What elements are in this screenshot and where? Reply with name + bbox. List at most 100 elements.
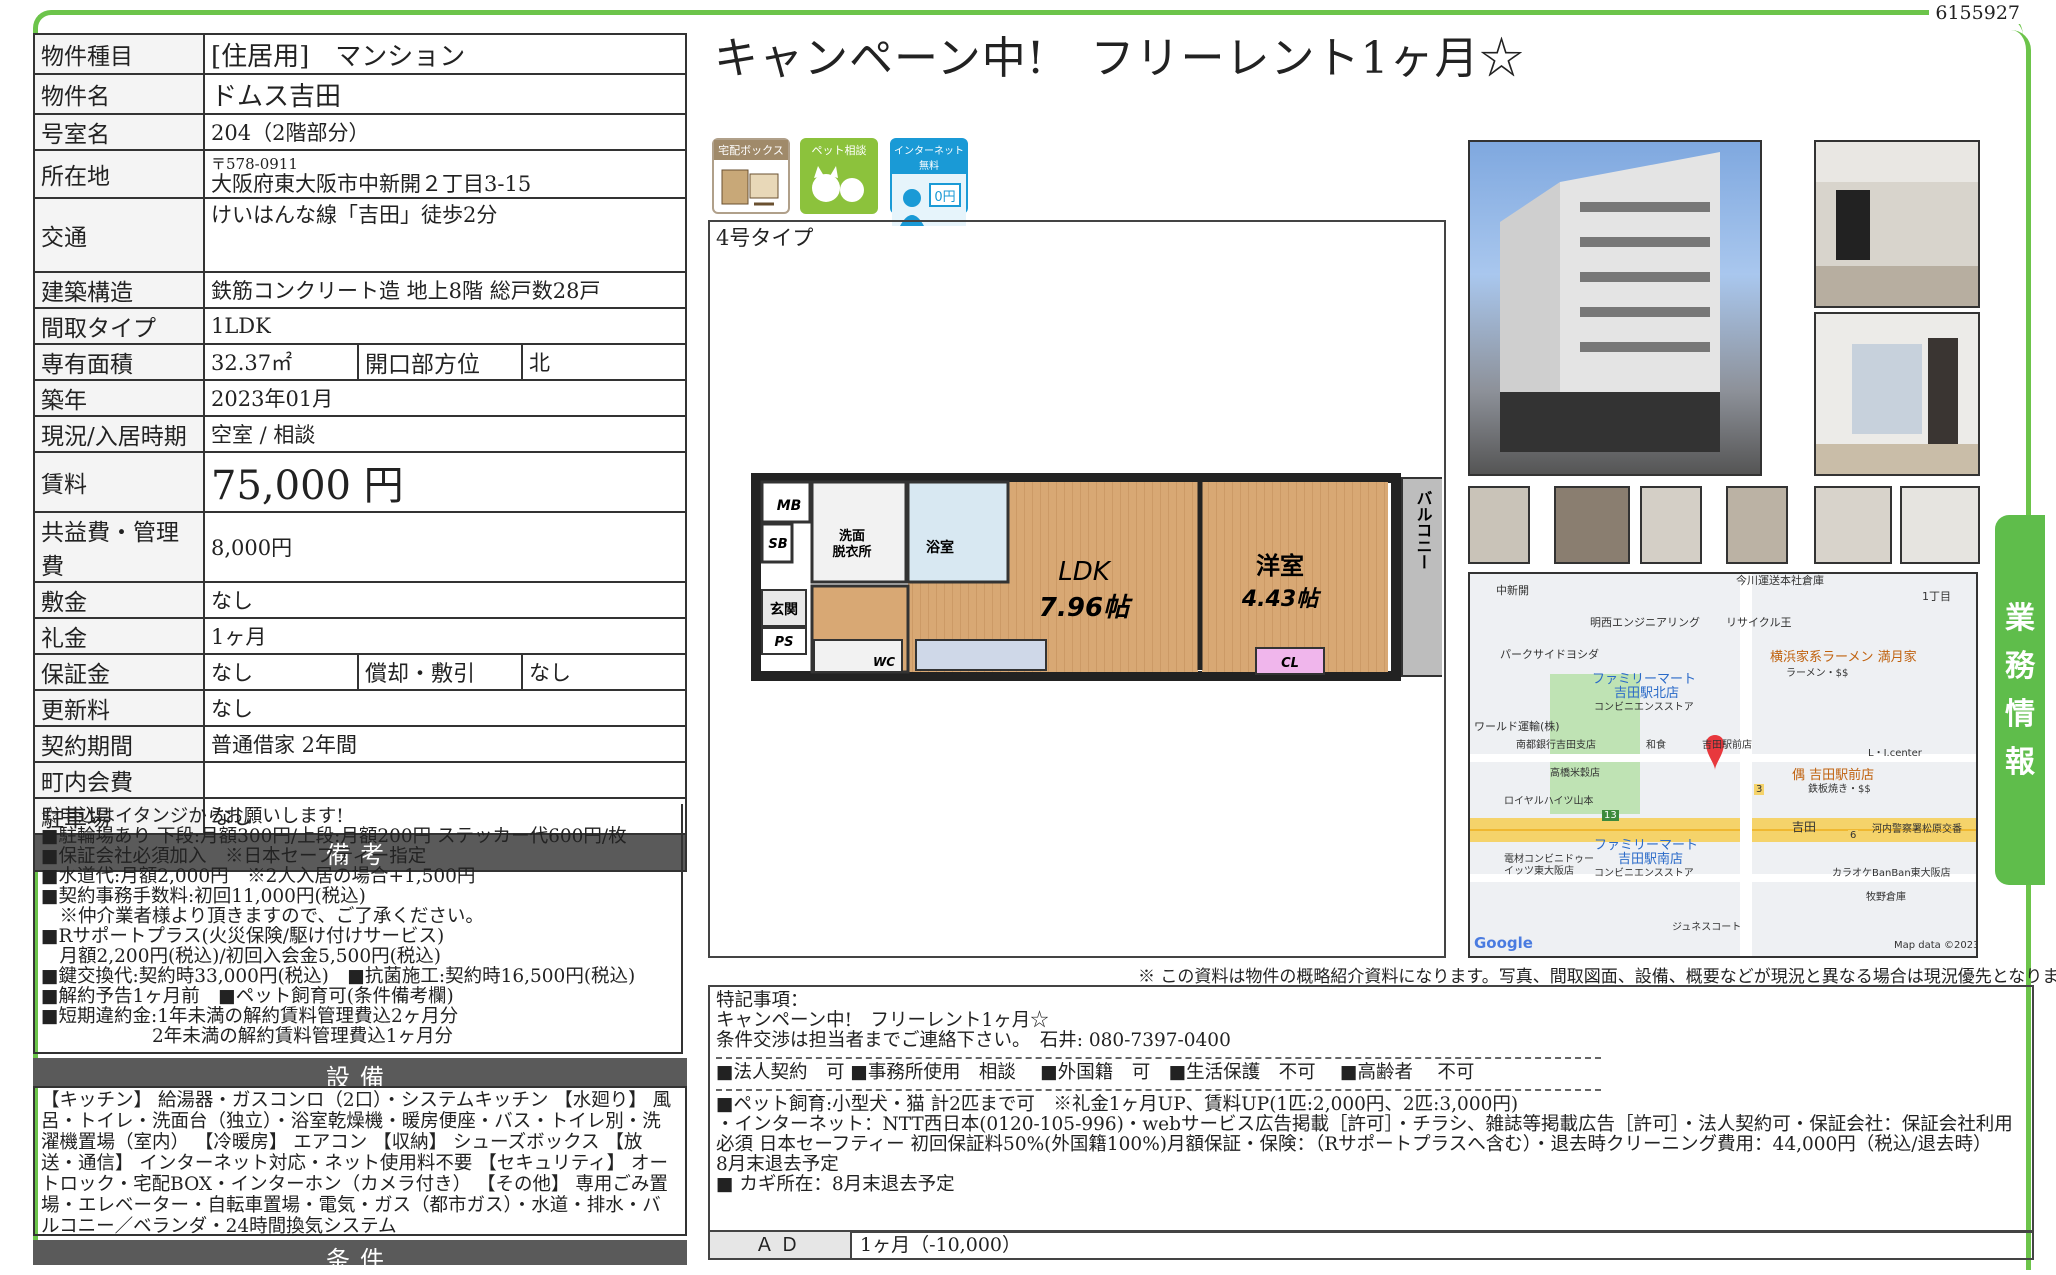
internet-icon: 0円: [892, 174, 966, 226]
amortization-label: 償却・敷引: [357, 653, 523, 691]
property-table: 物件種目 [住居用] マンション 物件名 ドムス吉田 号室名 204（2階部分） 所在…: [33, 33, 687, 872]
address-label: 所在地: [33, 149, 205, 199]
map-label: カラオケBanBan東大阪店: [1832, 868, 1951, 879]
contract-label: 契約期間: [33, 725, 205, 763]
closet-label: CL: [1281, 656, 1299, 671]
ps-label: PS: [775, 635, 794, 650]
map-label: コンビニエンスストア: [1594, 868, 1694, 879]
thumb-5: [1814, 486, 1892, 564]
mb-label: MB: [777, 498, 802, 514]
floorplan-type: 4号タイプ: [716, 226, 814, 250]
room-value: 204（2階部分）: [203, 113, 687, 151]
fee-label: 共益費・管理費: [33, 511, 205, 583]
special-line: 条件交渉は担当者までご連絡下さい。 石井: 080-7397-0400: [716, 1030, 1231, 1051]
map-label: ロイヤルハイツ山本: [1504, 796, 1594, 807]
area-value: 32.37㎡: [203, 343, 359, 381]
thumb-4: [1726, 486, 1788, 564]
layout-value: 1LDK: [203, 307, 687, 345]
special-line: ■ カギ所在：8月末退去予定: [716, 1174, 955, 1195]
ad-row: ＡＤ 1ヶ月（-10,000）: [708, 1230, 2034, 1260]
structure-value: 鉄筋コンクリート造 地上8階 総戸数28戸: [203, 271, 687, 309]
map-label: ワールド運輸(株): [1474, 720, 1560, 733]
status-label: 現況/入居時期: [33, 415, 205, 453]
access-label: 交通: [33, 197, 205, 273]
ldk-size: 7.96帖: [1039, 593, 1133, 623]
divider: [716, 1089, 1601, 1091]
name-label: 物件名: [33, 73, 205, 115]
thumb-3: [1640, 486, 1702, 564]
thumb-6: [1900, 486, 1980, 564]
map-label: 横浜家系ラーメン 満月家: [1770, 650, 1917, 665]
rent-label: 賃料: [33, 451, 205, 513]
map-label: ジュネスコート: [1672, 922, 1742, 933]
headline: キャンペーン中! フリーレント1ヶ月☆: [714, 33, 1525, 84]
equipment-text: 【キッチン】 給湯器・ガスコンロ（2口）・システムキッチン 【水廻り】 風呂・ト…: [33, 1086, 687, 1236]
special-notes: 特記事項： キャンペーン中! フリーレント1ヶ月☆ 条件交渉は担当者までご連絡下…: [708, 985, 2034, 1233]
floorplan-drawing: MB SB 玄関 PS WC 洗面脱衣所 浴室 LDK 7.96帖 洋室 4.4…: [751, 473, 1442, 681]
map-label: 今川運送本社倉庫: [1736, 574, 1824, 587]
map-label: L・I.center: [1868, 748, 1922, 759]
access-value: けいはんな線「吉田」徒歩2分: [203, 197, 687, 273]
map-label: Map data ©2023: [1894, 940, 1978, 951]
map-label: 吉田: [1792, 820, 1817, 834]
renewal-value: なし: [203, 689, 687, 727]
sb-label: SB: [768, 537, 787, 552]
notes-text: ☆申込はイタンジからお願いします! ■駐輪場あり 下段:月額300円/上段:月額…: [33, 804, 683, 1054]
map-label: 1丁目: [1922, 590, 1951, 603]
town-fee-label: 町内会費: [33, 761, 205, 799]
direction-label: 開口部方位: [357, 343, 523, 381]
map-label: 鉄板焼き・$$: [1808, 784, 1871, 795]
ad-value: 1ヶ月（-10,000）: [860, 1234, 1021, 1256]
map-label: 6: [1848, 830, 1859, 841]
status-value: 空室 / 相談: [203, 415, 687, 453]
internet-label: インターネット無料: [892, 140, 966, 174]
map-label: 吉田駅前店: [1702, 740, 1752, 751]
disclaimer: ※ この資料は物件の概略紹介資料になります。写真、間取図面、設備、概要などが現況…: [1138, 967, 2056, 987]
equipment-header: 設備: [33, 1058, 687, 1092]
building-photo: [1468, 140, 1762, 476]
type-label: 物件種目: [33, 33, 205, 75]
contract-value: 普通借家 2年間: [203, 725, 687, 763]
special-line: ■法人契約 可 ■事務所使用 相談 ■外国籍 可 ■生活保護 不可 ■高齢者 不…: [716, 1062, 1475, 1083]
fee-value: 8,000円: [203, 511, 687, 583]
guarantee-label: 保証金: [33, 653, 205, 691]
special-line: 8月末退去予定: [716, 1154, 839, 1175]
map-label: 南都銀行吉田支店: [1516, 740, 1596, 751]
town-fee-value: [203, 761, 687, 799]
internet-badge: インターネット無料 0円: [890, 138, 968, 226]
built-value: 2023年01月: [203, 379, 687, 417]
deposit-label: 敷金: [33, 581, 205, 619]
map-label: リサイクル王: [1726, 616, 1792, 629]
amortization-value: なし: [521, 653, 687, 691]
area-label: 専有面積: [33, 343, 205, 381]
map-label: 3: [1754, 784, 1765, 795]
pet-icon: [802, 160, 876, 212]
pet-badge: ペット相談: [800, 138, 878, 214]
building-exterior-image: [1500, 152, 1720, 452]
map-label: 明西エンジニアリング: [1590, 616, 1700, 629]
location-map[interactable]: 中新開 今川運送本社倉庫 1丁目 明西エンジニアリング リサイクル王 パークサイ…: [1468, 572, 1978, 958]
guarantee-value: なし: [203, 653, 359, 691]
wc-label: WC: [873, 655, 895, 669]
map-label: ラーメン・$$: [1786, 668, 1849, 679]
room-photo-2: [1814, 312, 1980, 476]
type-value: [住居用] マンション: [203, 33, 687, 75]
structure-label: 建築構造: [33, 271, 205, 309]
map-label: 13: [1602, 810, 1619, 821]
map-label: 中新開: [1496, 584, 1529, 597]
rent-value: 75,000 円: [203, 451, 687, 513]
address-value: 大阪府東大阪市中新開２丁目3-15: [211, 172, 532, 196]
side-tab-label: 業務情報: [2005, 601, 2035, 780]
key-money-label: 礼金: [33, 617, 205, 655]
map-label: 河内警察署松原交番: [1872, 824, 1962, 835]
map-label: イッツ東大阪店: [1504, 866, 1574, 877]
side-tab-business-info[interactable]: 業務情報: [1995, 515, 2045, 885]
delivery-box-icon: [721, 169, 779, 206]
room-label: 号室名: [33, 113, 205, 151]
thumb-1: [1468, 486, 1530, 564]
name-value: ドムス吉田: [203, 73, 687, 115]
key-money-value: 1ヶ月: [203, 617, 687, 655]
map-label: 牧野倉庫: [1866, 892, 1906, 903]
ad-label: ＡＤ: [710, 1232, 852, 1258]
bathroom-label: 浴室: [926, 539, 954, 556]
